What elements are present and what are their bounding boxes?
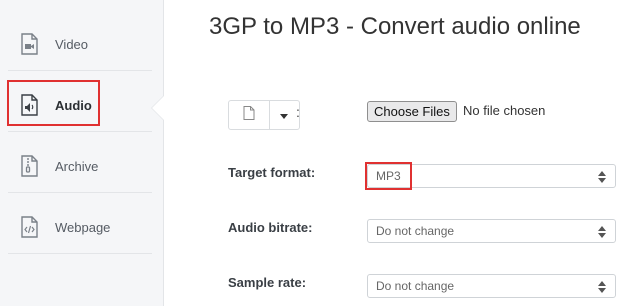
divider — [8, 131, 152, 132]
sample-rate-label: Sample rate: — [228, 275, 307, 290]
sample-rate-value: Do not change — [376, 279, 455, 293]
select-arrows-icon — [598, 170, 606, 183]
upload-dropdown-button[interactable] — [270, 101, 298, 129]
code-file-icon — [19, 215, 41, 239]
select-arrows-icon — [598, 280, 606, 293]
active-pointer — [152, 96, 164, 120]
archive-file-icon — [19, 154, 41, 178]
audio-bitrate-value: Do not change — [376, 224, 455, 238]
highlight-box — [365, 162, 412, 190]
divider — [8, 70, 152, 71]
divider — [8, 253, 152, 254]
divider — [8, 192, 152, 193]
upload-button-group — [228, 100, 300, 130]
file-icon — [243, 105, 255, 125]
sidebar-item-label: Video — [55, 36, 89, 52]
no-file-text: No file chosen — [463, 103, 546, 118]
sample-rate-select[interactable]: Do not change — [367, 274, 616, 298]
sidebar-item-label: Archive — [55, 158, 99, 174]
sidebar: Video Audio Archive Webpage — [0, 0, 164, 306]
add-file-button[interactable] — [229, 101, 270, 129]
sidebar-item-video[interactable]: Video — [8, 14, 152, 74]
highlight-box — [7, 80, 100, 126]
sidebar-item-webpage[interactable]: Webpage — [8, 197, 152, 257]
upload-colon: : — [296, 104, 300, 120]
caret-down-icon — [280, 106, 288, 124]
target-format-label: Target format: — [228, 165, 316, 180]
audio-bitrate-label: Audio bitrate: — [228, 220, 313, 235]
select-arrows-icon — [598, 225, 606, 238]
page-title: 3GP to MP3 - Convert audio online — [209, 13, 581, 40]
video-file-icon — [19, 32, 41, 56]
sidebar-item-archive[interactable]: Archive — [8, 136, 152, 196]
choose-files-button[interactable]: Choose Files — [367, 101, 457, 122]
sidebar-item-label: Webpage — [55, 219, 111, 235]
audio-bitrate-select[interactable]: Do not change — [367, 219, 616, 243]
